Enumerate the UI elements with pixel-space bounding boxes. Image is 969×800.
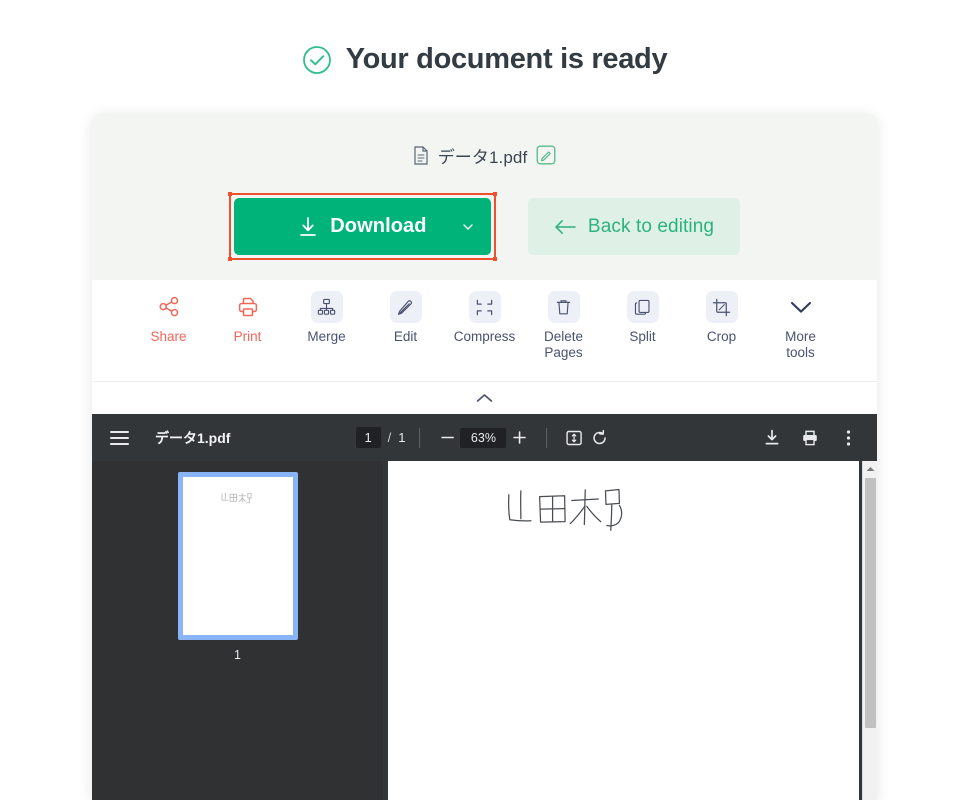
file-name-row: データ1.pdf [413,143,557,167]
toolbar-divider [546,427,548,448]
pdf-page [387,461,859,800]
tool-crop[interactable]: Crop [682,291,761,345]
page-number-input[interactable]: 1 [355,427,381,448]
printer-icon [232,291,264,323]
tool-label: Delete Pages [543,329,584,360]
arrow-left-icon [555,219,576,234]
tool-label: Split [629,329,656,344]
collapse-toolbar-button[interactable] [92,381,877,414]
crop-icon [705,291,738,323]
tool-more-tools[interactable]: More tools [761,291,840,361]
compress-icon [468,291,501,323]
split-icon [626,291,659,323]
tool-label: More tools [785,329,816,360]
chevron-down-icon [785,291,817,323]
pdf-viewer: データ1.pdf 1 / 1 63% 1 [92,414,877,800]
merge-icon [310,291,343,323]
file-name-label: データ1.pdf [437,147,528,167]
back-to-editing-label: Back to editing [587,215,715,237]
edit-pencil-icon[interactable] [536,145,556,165]
pdf-viewer-body: 1 [92,461,877,800]
pdf-zoom-controls: 1 / 1 63% [355,425,614,451]
rotate-counterclockwise-icon[interactable] [587,425,613,451]
back-to-editing-button[interactable]: Back to editing [527,198,741,255]
tool-label: Edit [393,329,418,344]
download-button-label: Download [330,215,427,237]
download-button-highlight: Download [227,192,497,261]
success-heading: Your document is ready [0,43,969,76]
share-nodes-icon [153,291,185,323]
zoom-level-value[interactable]: 63% [460,427,507,448]
thumbnail-preview [182,477,293,635]
page-scrollbar[interactable] [862,461,877,800]
tool-label: Share [150,329,187,344]
signature-thumbnail-icon [221,493,252,504]
more-vertical-icon[interactable] [837,427,859,449]
page-separator: / [387,430,392,445]
tool-share[interactable]: Share [129,291,208,345]
download-button[interactable]: Download [233,198,491,255]
chevron-down-icon[interactable] [463,223,473,230]
page-total-label: 1 [398,430,406,445]
scroll-up-arrow-icon[interactable] [863,461,877,476]
card-header-section: データ1.pdf Download Back to editing [92,113,877,280]
tool-print[interactable]: Print [208,291,287,345]
tool-label: Compress [453,329,516,344]
pdf-viewer-toolbar: データ1.pdf 1 / 1 63% [92,414,877,461]
tool-label: Crop [706,329,737,344]
pdf-filename-label: データ1.pdf [155,429,231,446]
hamburger-menu-icon[interactable] [110,430,129,445]
pencil-icon [389,291,422,323]
print-icon[interactable] [799,427,821,449]
download-arrow-icon [300,216,317,236]
tool-edit[interactable]: Edit [366,291,445,345]
tool-compress[interactable]: Compress [445,291,524,345]
primary-actions-row: Download Back to editing [227,192,741,261]
tool-delete-pages[interactable]: Delete Pages [524,291,603,361]
scrollbar-thumb[interactable] [865,478,876,728]
thumbnail-sidebar: 1 [92,461,383,800]
app-root: Your document is ready データ1.pdf Download… [0,0,969,800]
page-title: Your document is ready [345,43,668,75]
tool-merge[interactable]: Merge [287,291,366,345]
document-icon [414,145,428,165]
tool-label: Merge [307,329,346,344]
zoom-in-button[interactable] [506,425,532,451]
check-circle-icon [302,45,331,74]
pdf-viewer-actions [761,427,859,449]
page-thumbnail[interactable] [177,472,298,640]
trash-icon [547,291,580,323]
zoom-out-button[interactable] [434,425,460,451]
thumbnail-page-number: 1 [234,648,241,662]
toolbar-divider [419,427,421,448]
tools-strip: Share Print Merge Edit Compress Delete P… [92,280,877,381]
tool-label: Print [233,329,262,344]
handwritten-signature [507,488,622,531]
chevron-up-icon [476,394,493,402]
tool-split[interactable]: Split [603,291,682,345]
pdf-page-area [383,461,877,800]
download-icon[interactable] [761,427,783,449]
result-card: データ1.pdf Download Back to editing Share … [92,113,877,800]
fit-to-page-icon[interactable] [561,425,587,451]
